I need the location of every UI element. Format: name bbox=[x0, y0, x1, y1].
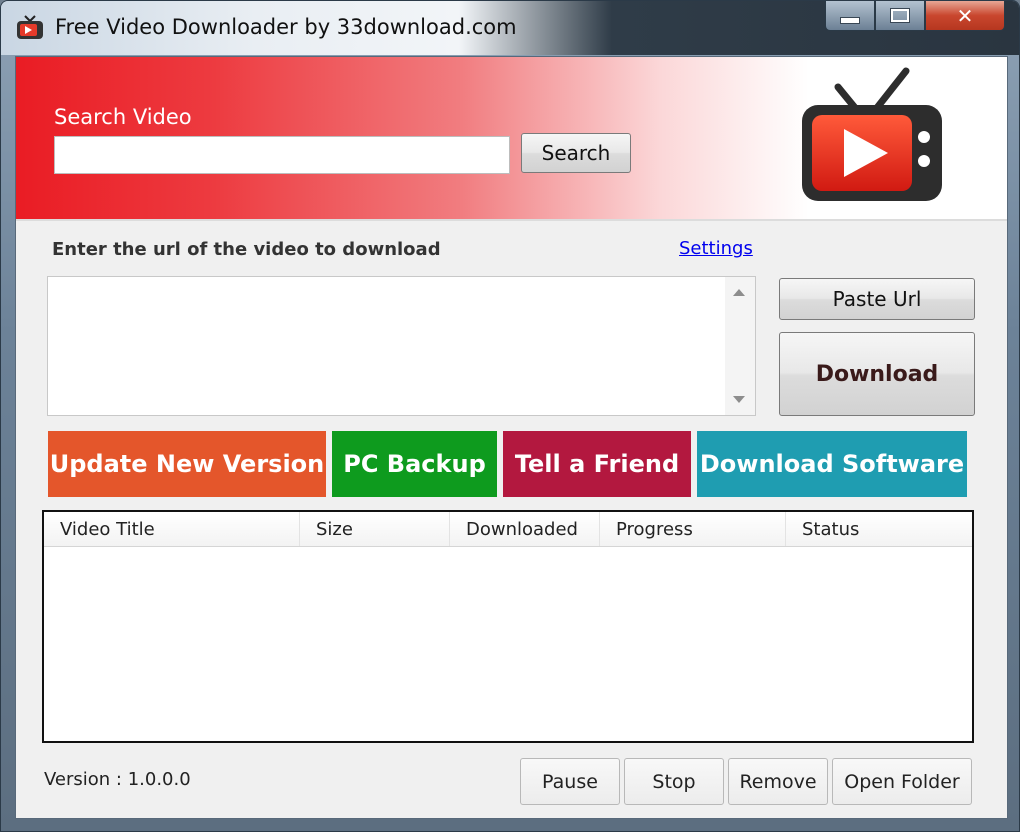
pause-button[interactable]: Pause bbox=[520, 758, 620, 805]
stop-button[interactable]: Stop bbox=[624, 758, 724, 805]
paste-url-button[interactable]: Paste Url bbox=[779, 278, 975, 320]
scroll-down-icon[interactable] bbox=[733, 396, 745, 403]
search-label: Search Video bbox=[54, 105, 192, 129]
open-folder-button[interactable]: Open Folder bbox=[832, 758, 972, 805]
maximize-button[interactable] bbox=[875, 1, 925, 31]
url-label: Enter the url of the video to download bbox=[52, 239, 441, 260]
column-video-title[interactable]: Video Title bbox=[44, 512, 300, 546]
settings-link[interactable]: Settings bbox=[679, 238, 753, 259]
search-input[interactable] bbox=[54, 136, 510, 174]
pc-backup-button[interactable]: PC Backup bbox=[332, 431, 497, 497]
window-title: Free Video Downloader by 33download.com bbox=[55, 15, 517, 39]
update-new-version-button[interactable]: Update New Version bbox=[48, 431, 326, 497]
app-window: Free Video Downloader by 33download.com … bbox=[0, 0, 1020, 832]
close-icon: ✕ bbox=[956, 3, 974, 28]
window-controls: ✕ bbox=[825, 1, 1005, 31]
column-progress[interactable]: Progress bbox=[600, 512, 786, 546]
maximize-icon bbox=[890, 8, 910, 23]
url-scrollbar[interactable] bbox=[725, 277, 755, 415]
column-size[interactable]: Size bbox=[300, 512, 450, 546]
title-bar[interactable]: Free Video Downloader by 33download.com … bbox=[1, 1, 1019, 55]
download-list[interactable]: Video Title Size Downloaded Progress Sta… bbox=[42, 510, 974, 743]
version-label: Version : 1.0.0.0 bbox=[44, 769, 191, 790]
tell-a-friend-button[interactable]: Tell a Friend bbox=[503, 431, 691, 497]
tv-play-logo bbox=[802, 67, 942, 201]
search-banner: Search Video Search bbox=[16, 57, 1007, 221]
scroll-up-icon[interactable] bbox=[733, 289, 745, 296]
tv-play-icon bbox=[17, 15, 43, 39]
url-input[interactable] bbox=[48, 277, 724, 415]
url-box bbox=[47, 276, 756, 416]
close-button[interactable]: ✕ bbox=[925, 1, 1005, 31]
client-area: Search Video Search Enter the url of the… bbox=[15, 56, 1008, 819]
column-downloaded[interactable]: Downloaded bbox=[450, 512, 600, 546]
minimize-button[interactable] bbox=[825, 1, 875, 31]
column-status[interactable]: Status bbox=[786, 512, 972, 546]
download-button[interactable]: Download bbox=[779, 332, 975, 416]
remove-button[interactable]: Remove bbox=[728, 758, 828, 805]
download-software-button[interactable]: Download Software bbox=[697, 431, 967, 497]
list-header: Video Title Size Downloaded Progress Sta… bbox=[44, 512, 972, 547]
minimize-icon bbox=[840, 17, 860, 24]
search-button[interactable]: Search bbox=[521, 133, 631, 173]
